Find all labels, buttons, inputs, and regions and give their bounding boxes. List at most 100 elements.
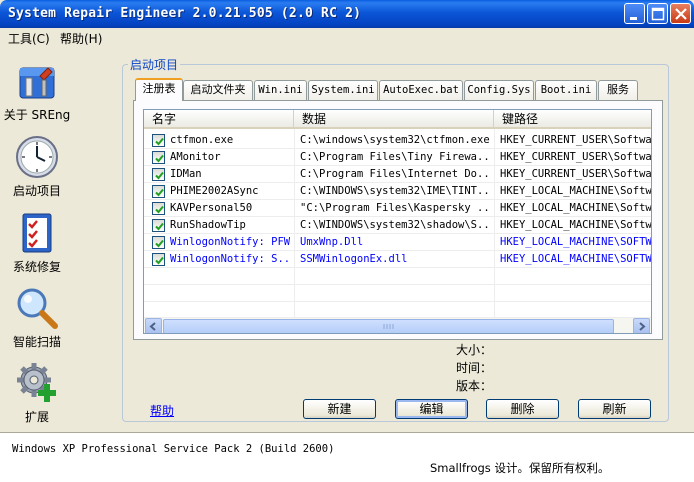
- title-bar[interactable]: System Repair Engineer 2.0.21.505 (2.0 R…: [0, 0, 694, 28]
- arrow-left-icon: [149, 322, 156, 331]
- toolbox-icon: [19, 67, 55, 99]
- minimize-icon: [630, 17, 637, 20]
- scroll-left-button[interactable]: [145, 318, 162, 333]
- row-data: C:\WINDOWS\system32\IME\TINT...: [300, 185, 492, 197]
- status-area: Windows XP Professional Service Pack 2 (…: [0, 432, 694, 482]
- row-checkbox[interactable]: [152, 253, 165, 266]
- table-row[interactable]: ctfmon.exe C:\windows\system32\ctfmon.exe…: [144, 132, 651, 149]
- tab-win-ini[interactable]: Win.ini: [254, 80, 307, 100]
- table-row[interactable]: WinlogonNotify: S... SSMWinlogonEx.dll HKE…: [144, 251, 652, 268]
- tab-autoexec-bat[interactable]: AutoExec.bat: [379, 80, 463, 100]
- grip-icon: [383, 324, 394, 329]
- column-data[interactable]: 数据: [294, 110, 494, 129]
- tab-boot-ini[interactable]: Boot.ini: [535, 80, 597, 100]
- menu-bar: 工具(C) 帮助(H): [0, 28, 694, 46]
- gear-plus-icon: [17, 363, 56, 402]
- group-title: 启动项目: [128, 56, 181, 73]
- row-key-path: HKEY_CURRENT_USER\Softwar: [500, 151, 652, 163]
- row-checkbox[interactable]: [152, 202, 165, 215]
- row-name: RunShadowTip: [170, 219, 246, 231]
- scroll-thumb[interactable]: [163, 319, 614, 333]
- registry-list[interactable]: 名字 数据 键路径 ctfmon.exe C:\windows\system32\…: [143, 109, 652, 334]
- horizontal-scrollbar[interactable]: [144, 317, 651, 333]
- row-key-path: HKEY_LOCAL_MACHINE\SOFTWA: [500, 253, 652, 265]
- row-name: KAVPersonal50: [170, 202, 253, 214]
- tab-system-ini[interactable]: System.ini: [308, 80, 378, 100]
- checklist-icon: [22, 213, 52, 253]
- row-data: C:\Program Files\Tiny Firewa...: [300, 151, 492, 163]
- menu-tools[interactable]: 工具(C): [8, 30, 50, 47]
- magnifier-icon: [17, 288, 58, 329]
- tab-services[interactable]: 服务: [598, 80, 638, 100]
- checkmark-icon: [155, 188, 164, 197]
- checkmark-icon: [155, 205, 164, 214]
- table-row[interactable]: KAVPersonal50 "C:\Program Files\Kaspersky…: [144, 200, 652, 217]
- nav-extension-label: 扩展: [24, 410, 49, 424]
- table-row[interactable]: WinlogonNotify: PFW UmxWnp.Dll HKEY_LOCAL_…: [144, 234, 652, 251]
- column-key-path[interactable]: 键路径: [494, 110, 651, 129]
- close-button[interactable]: [670, 3, 691, 24]
- row-key-path: HKEY_LOCAL_MACHINE\Softwa: [500, 219, 652, 231]
- checkmark-icon: [155, 171, 164, 180]
- nav-scan-label: 智能扫描: [12, 335, 61, 349]
- row-gridline: [144, 267, 651, 268]
- row-key-path: HKEY_CURRENT_USER\Softwar: [500, 168, 652, 180]
- row-checkbox[interactable]: [152, 151, 165, 164]
- row-name: WinlogonNotify: PFW: [170, 236, 291, 248]
- row-key-path: HKEY_LOCAL_MACHINE\SOFTWA: [500, 236, 652, 248]
- checkmark-icon: [155, 222, 164, 231]
- row-name: PHIME2002ASync: [170, 185, 259, 197]
- minimize-button[interactable]: [624, 3, 645, 24]
- table-row[interactable]: AMonitor C:\Program Files\Tiny Firewa... H…: [144, 149, 652, 166]
- row-checkbox[interactable]: [152, 168, 165, 181]
- list-header: 名字 数据 键路径: [144, 110, 651, 129]
- row-name: ctfmon.exe: [170, 134, 234, 146]
- checkmark-icon: [155, 239, 164, 248]
- table-row[interactable]: IDMan C:\Program Files\Internet Do... HKEY…: [144, 166, 652, 183]
- checkmark-icon: [155, 154, 164, 163]
- scroll-right-button[interactable]: [633, 318, 650, 333]
- row-gridline: [144, 284, 651, 285]
- clock-icon: [16, 136, 58, 178]
- new-button[interactable]: 新建: [303, 399, 376, 419]
- delete-button[interactable]: 删除: [486, 399, 559, 419]
- row-data: "C:\Program Files\Kaspersky ...: [300, 202, 492, 214]
- maximize-button[interactable]: [647, 3, 668, 24]
- row-data: C:\Program Files\Internet Do...: [300, 168, 492, 180]
- row-checkbox[interactable]: [152, 134, 165, 147]
- window-title: System Repair Engineer 2.0.21.505 (2.0 R…: [8, 6, 362, 21]
- checkmark-icon: [155, 137, 164, 146]
- row-checkbox[interactable]: [152, 219, 165, 232]
- refresh-button[interactable]: 刷新: [578, 399, 651, 419]
- table-row[interactable]: PHIME2002ASync C:\WINDOWS\system32\IME\TI…: [144, 183, 652, 200]
- help-link[interactable]: 帮助: [150, 402, 174, 419]
- row-name: WinlogonNotify: S...: [170, 253, 292, 265]
- row-gridline: [144, 301, 651, 302]
- row-data: C:\WINDOWS\system32\shadow\S...: [300, 219, 492, 231]
- row-data: C:\windows\system32\ctfmon.exe: [300, 134, 490, 146]
- nav-startup-label: 启动项目: [12, 184, 61, 198]
- row-key-path: HKEY_LOCAL_MACHINE\Softwa: [500, 185, 652, 197]
- checkmark-icon: [155, 256, 164, 265]
- close-icon: [675, 8, 687, 20]
- tab-startup-folder[interactable]: 启动文件夹: [183, 80, 253, 100]
- version-label: 版本：: [456, 379, 493, 393]
- row-data: UmxWnp.Dll: [300, 236, 364, 248]
- menu-help[interactable]: 帮助(H): [60, 30, 102, 47]
- tab-config-sys[interactable]: Config.Sys: [464, 80, 534, 100]
- nav-repair-label: 系统修复: [12, 260, 61, 274]
- table-row[interactable]: RunShadowTip C:\WINDOWS\system32\shadow\S…: [144, 217, 652, 234]
- time-label: 时间：: [456, 361, 493, 375]
- arrow-right-icon: [639, 322, 646, 331]
- row-data: SSMWinlogonEx.dll: [300, 253, 408, 265]
- row-checkbox[interactable]: [152, 185, 165, 198]
- edit-button[interactable]: 编辑: [395, 399, 468, 419]
- row-key-path: HKEY_LOCAL_MACHINE\Softwa: [500, 202, 652, 214]
- row-name: IDMan: [170, 168, 202, 180]
- tab-registry[interactable]: 注册表: [135, 78, 183, 101]
- row-checkbox[interactable]: [152, 236, 165, 249]
- column-name[interactable]: 名字: [144, 110, 294, 129]
- os-info: Windows XP Professional Service Pack 2 (…: [12, 443, 335, 455]
- nav-about-label: 关于 SREng: [3, 108, 71, 122]
- row-name: AMonitor: [170, 151, 221, 163]
